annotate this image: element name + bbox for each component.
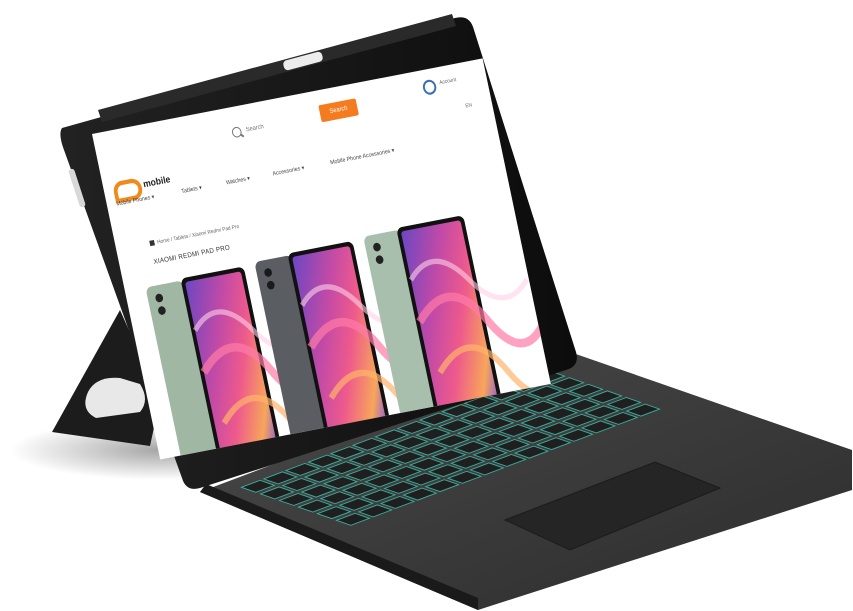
- search-button[interactable]: Search: [318, 98, 359, 123]
- home-icon[interactable]: [149, 240, 155, 247]
- search-input[interactable]: [242, 107, 325, 140]
- account-label[interactable]: Account: [439, 77, 457, 87]
- account-icon[interactable]: [421, 78, 438, 96]
- language-selector[interactable]: EN: [465, 102, 473, 110]
- search-icon[interactable]: [231, 126, 243, 139]
- breadcrumb[interactable]: Home / Tablets / Xiaomi Redmi Pad Pro: [157, 224, 240, 246]
- logo-name: mobile: [142, 173, 172, 190]
